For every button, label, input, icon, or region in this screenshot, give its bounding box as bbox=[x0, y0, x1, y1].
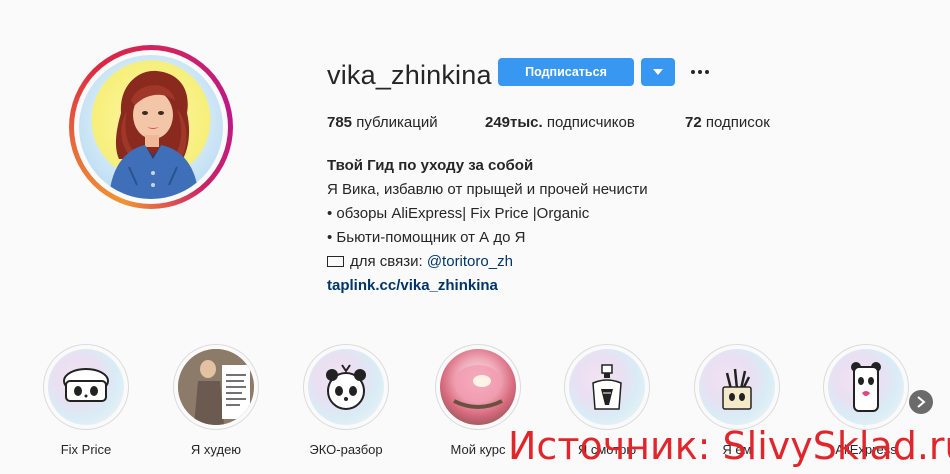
brush-cup-icon bbox=[699, 349, 775, 425]
profile-username: vika_zhinkina bbox=[327, 60, 492, 90]
followers-stat[interactable]: 249тыс. подписчиков bbox=[485, 114, 635, 131]
follow-button[interactable]: Подписаться bbox=[498, 58, 634, 86]
highlight-label: Fix Price bbox=[60, 442, 112, 457]
bio-name: Твой Гид по уходу за собой bbox=[327, 157, 534, 174]
panda-phone-icon bbox=[828, 349, 904, 425]
more-dots-icon bbox=[691, 70, 709, 74]
suggestions-dropdown-button[interactable] bbox=[641, 58, 675, 86]
posts-label: публикаций bbox=[356, 114, 438, 131]
photo-icon bbox=[178, 349, 254, 425]
highlight-item[interactable]: Я худею bbox=[173, 344, 259, 457]
chevron-right-icon bbox=[917, 396, 926, 408]
bio-contact-line: для связи: @toritoro_zh bbox=[327, 250, 648, 274]
posts-count: 785 bbox=[327, 114, 353, 131]
followers-label: подписчиков bbox=[546, 114, 635, 131]
source-watermark: Источник: SlivySklad.ru bbox=[508, 424, 950, 468]
followers-count: 249тыс. bbox=[485, 114, 543, 131]
more-options-button[interactable] bbox=[688, 60, 712, 84]
highlight-item[interactable]: ЭКО-разбор bbox=[303, 344, 389, 457]
following-count: 72 bbox=[685, 114, 702, 131]
highlight-label: Я худею bbox=[190, 442, 242, 457]
profile-avatar[interactable] bbox=[69, 45, 233, 209]
profile-bio: Твой Гид по уходу за собой Я Вика, избав… bbox=[327, 154, 648, 298]
panda-box-icon bbox=[48, 349, 124, 425]
highlight-item[interactable]: Fix Price bbox=[43, 344, 129, 457]
following-label: подписок bbox=[705, 114, 770, 131]
caret-down-icon bbox=[653, 69, 663, 75]
website-link[interactable]: taplink.cc/vika_zhinkina bbox=[327, 277, 498, 294]
posts-stat: 785 публикаций bbox=[327, 114, 438, 131]
bio-line: Я Вика, избавлю от прыщей и прочей нечис… bbox=[327, 181, 648, 198]
highlights-next-button[interactable] bbox=[909, 390, 933, 414]
contact-prefix: для связи: bbox=[350, 253, 423, 270]
panda-face-icon bbox=[308, 349, 384, 425]
perfume-icon bbox=[569, 349, 645, 425]
following-stat[interactable]: 72 подписок bbox=[685, 114, 770, 131]
contact-mention-link[interactable]: @toritoro_zh bbox=[427, 253, 513, 270]
avatar-illustration bbox=[79, 55, 223, 199]
cream-jar-icon bbox=[440, 349, 516, 425]
bio-line: • Бьюти-помощник от А до Я bbox=[327, 229, 526, 246]
bio-line: • обзоры AliExpress| Fix Price |Organic bbox=[327, 205, 590, 222]
envelope-icon bbox=[327, 256, 344, 267]
highlight-label: ЭКО-разбор bbox=[309, 442, 383, 457]
